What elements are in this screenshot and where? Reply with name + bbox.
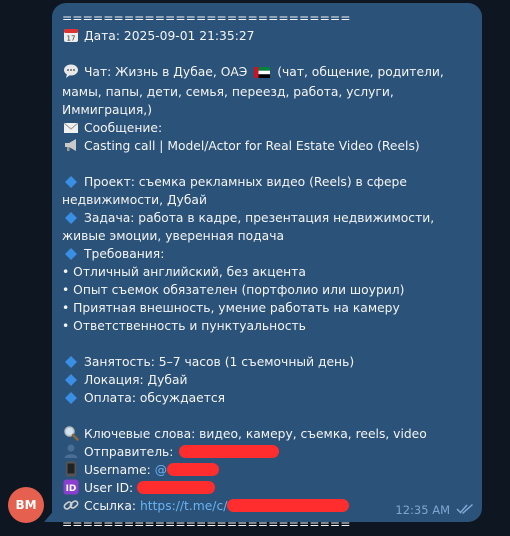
sender-line: Отправитель: [62, 443, 474, 461]
redaction-mark [137, 481, 216, 494]
speech-bubble-icon [62, 63, 80, 81]
message-time: 12:35 AM [395, 503, 450, 517]
redaction-mark [179, 445, 280, 458]
requirement-item: • Ответственность и пунктуальность [62, 319, 306, 333]
magnifier-icon [62, 425, 80, 443]
message-label: Сообщение: [84, 121, 163, 135]
userid-label: User ID: [84, 481, 134, 495]
separator-bottom: ============================ [62, 517, 351, 531]
title-line: Casting call | Model/Actor for Real Esta… [62, 137, 474, 155]
location-text: Локация: Дубай [84, 373, 188, 387]
envelope-icon [62, 119, 80, 137]
blue-diamond-icon [62, 209, 80, 227]
double-check-icon [456, 503, 474, 517]
username-line: Username: @ [62, 461, 474, 479]
project-line: Проект: съемка рекламных видео (Reels) в… [62, 173, 474, 209]
person-silhouette-icon [62, 443, 80, 461]
project-text: Проект: съемка рекламных видео (Reels) в… [62, 175, 407, 207]
message-text: ============================ 17 Дата: 202… [62, 9, 474, 533]
task-line: Задача: работа в кадре, презентация недв… [62, 209, 474, 245]
username-mention[interactable]: @ [155, 463, 167, 477]
avatar-initials: BM [15, 498, 37, 512]
chat-line: Чат: Жизнь в Дубае, ОАЭ (чат, общение, р… [62, 63, 474, 119]
mobile-phone-icon [62, 461, 80, 479]
blue-diamond-icon [62, 389, 80, 407]
requirement-item: • Опыт съемок обязателен (портфолио или … [62, 283, 405, 297]
employment-line: Занятость: 5–7 часов (1 съемочный день) [62, 353, 474, 371]
blue-diamond-icon [62, 173, 80, 191]
megaphone-icon [62, 137, 80, 155]
svg-text:17: 17 [67, 35, 76, 43]
calendar-icon: 17 [62, 27, 80, 45]
message-meta: 12:35 AM [395, 503, 474, 517]
keywords-text: Ключевые слова: видео, камеру, съемка, r… [84, 427, 427, 441]
redaction-mark [227, 499, 350, 512]
avatar[interactable]: BM [8, 487, 44, 523]
username-label: Username: [84, 463, 151, 477]
employment-text: Занятость: 5–7 часов (1 съемочный день) [84, 355, 355, 369]
id-badge-icon: ID [62, 479, 80, 497]
bubble-tail [44, 508, 56, 522]
keywords-line: Ключевые слова: видео, камеру, съемка, r… [62, 425, 474, 443]
redaction-mark [167, 463, 220, 476]
requirements-line: Требования: [62, 245, 474, 263]
date-label: Дата: 2025-09-01 21:35:27 [84, 29, 255, 43]
casting-title: Casting call | Model/Actor for Real Esta… [84, 139, 420, 153]
chat-label: Чат: Жизнь в Дубае, ОАЭ [84, 65, 248, 79]
uae-flag-icon [254, 65, 271, 83]
link-icon [62, 497, 80, 515]
svg-text:ID: ID [66, 484, 77, 494]
requirements-label: Требования: [84, 247, 165, 261]
requirement-item: • Отличный английский, без акцента [62, 265, 306, 279]
location-line: Локация: Дубай [62, 371, 474, 389]
payment-text: Оплата: обсуждается [84, 391, 226, 405]
sender-label: Отправитель: [84, 445, 174, 459]
date-line: 17 Дата: 2025-09-01 21:35:27 [62, 27, 474, 45]
blue-diamond-icon [62, 371, 80, 389]
separator-top: ============================ [62, 11, 351, 25]
message-link[interactable]: https://t.me/c/ [140, 499, 227, 513]
message-label-line: Сообщение: [62, 119, 474, 137]
userid-line: ID User ID: [62, 479, 474, 497]
task-text: Задача: работа в кадре, презентация недв… [62, 211, 435, 243]
payment-line: Оплата: обсуждается [62, 389, 474, 407]
blue-diamond-icon [62, 245, 80, 263]
requirement-item: • Приятная внешность, умение работать на… [62, 301, 400, 315]
blue-diamond-icon [62, 353, 80, 371]
link-label: Ссылка: [84, 499, 137, 513]
